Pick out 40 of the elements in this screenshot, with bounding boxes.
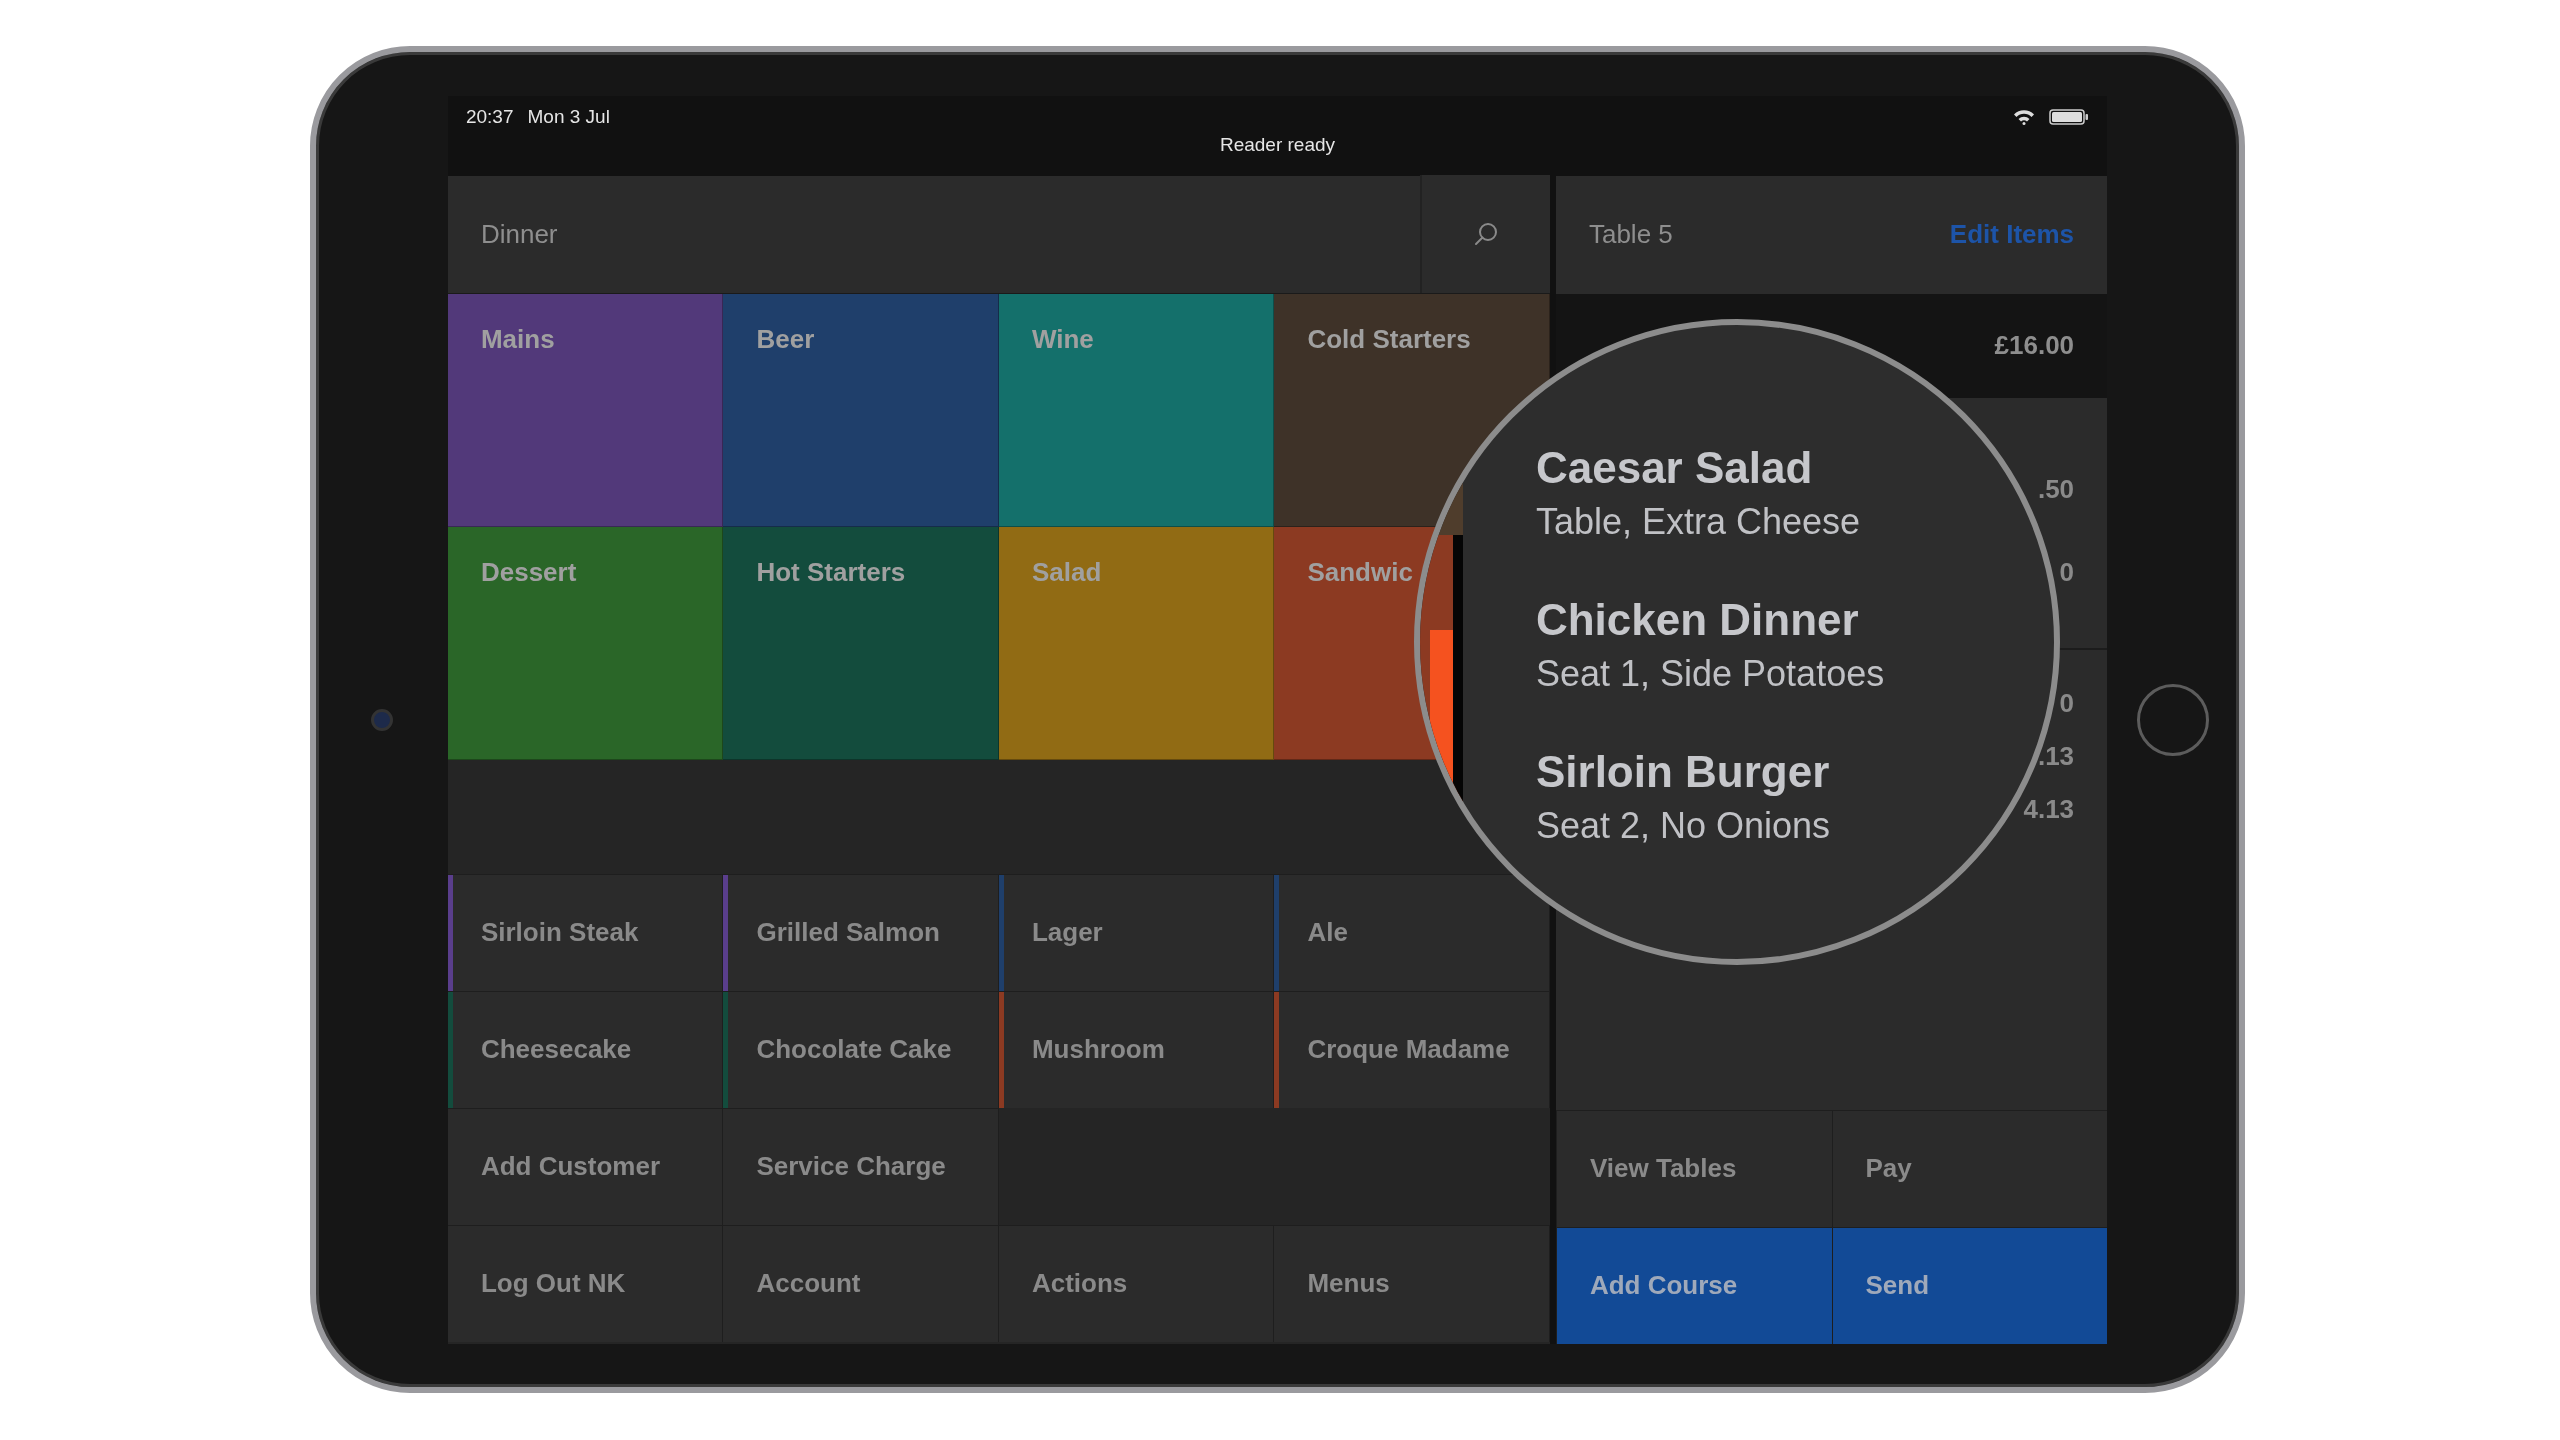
total-amount: 4.13 — [2023, 793, 2075, 825]
line-price: .50 — [2037, 473, 2075, 505]
order-button[interactable]: Add Course — [1555, 1226, 1832, 1344]
order-title: Table 5 — [1587, 219, 1673, 250]
total-amount: .13 — [2037, 740, 2075, 772]
wifi-icon — [2013, 108, 2036, 125]
search-icon — [1472, 221, 1499, 247]
camera-icon — [370, 708, 393, 731]
date-text: Mon 3 Jul — [527, 105, 610, 128]
battery-icon — [2049, 108, 2090, 125]
order-button[interactable]: Send — [1831, 1226, 2108, 1344]
action-button[interactable]: Add Customer — [447, 1107, 724, 1225]
item-detail: Seat 2, No Onions — [1535, 804, 1832, 847]
category-tile[interactable]: Mains — [447, 293, 724, 527]
menu-item[interactable]: Sirloin Steak — [447, 873, 724, 991]
menu-title: Dinner — [479, 218, 558, 250]
order-button[interactable]: Pay — [1831, 1109, 2108, 1227]
category-tile[interactable]: Wine — [998, 293, 1275, 527]
action-button[interactable]: Service Charge — [723, 1107, 999, 1225]
line-price: 0 — [2059, 556, 2075, 588]
menu-item[interactable]: Croque Madame — [1274, 990, 1550, 1108]
action-button[interactable]: Menus — [1274, 1224, 1550, 1342]
category-tile[interactable]: Hot Starters — [723, 526, 999, 760]
course-price: £16.00 — [1994, 330, 2075, 361]
category-tile[interactable]: Dessert — [447, 526, 724, 760]
home-button[interactable] — [2137, 683, 2210, 756]
clock-time: 20:37 — [465, 105, 514, 128]
menu-item[interactable]: Ale — [1274, 873, 1550, 991]
total-amount: 0 — [2059, 687, 2075, 719]
action-button[interactable]: Actions — [998, 1224, 1275, 1342]
menu-item[interactable]: Mushroom — [998, 990, 1275, 1108]
reader-status: Reader ready — [1218, 133, 1337, 156]
category-tile[interactable]: Beer — [723, 293, 999, 527]
action-button[interactable]: Log Out NK — [447, 1224, 724, 1342]
menu-item[interactable]: Lager — [998, 873, 1275, 991]
menu-item[interactable]: Chocolate Cake — [723, 990, 999, 1108]
menu-item[interactable]: Cheesecake — [447, 990, 724, 1108]
menu-item[interactable]: Grilled Salmon — [723, 873, 999, 991]
action-button[interactable]: Account — [723, 1224, 999, 1342]
order-button[interactable]: View Tables — [1555, 1109, 1832, 1227]
